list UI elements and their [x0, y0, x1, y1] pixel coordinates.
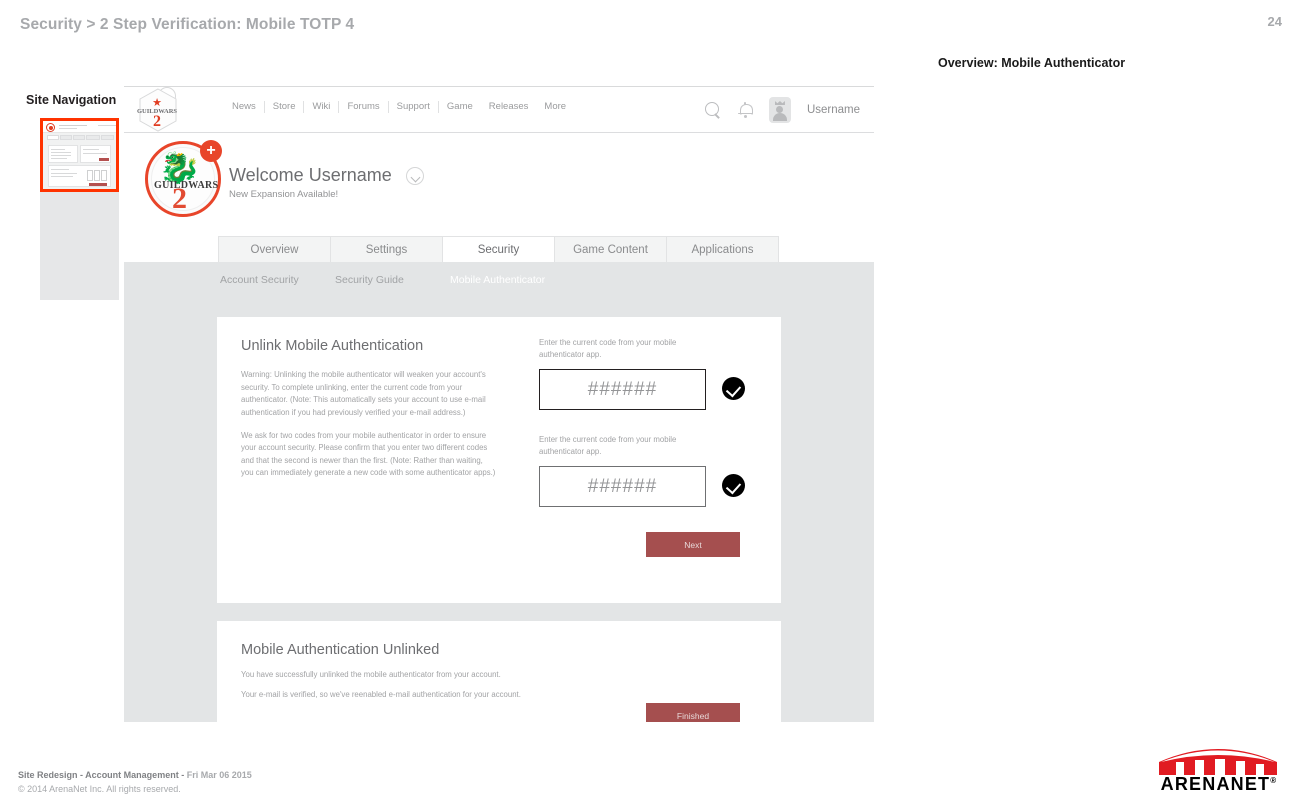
site-navigation-thumbnail[interactable]: [40, 118, 119, 192]
site-navigation-title: Site Navigation: [26, 93, 117, 107]
arenanet-arch-logo: [1159, 749, 1277, 775]
nav-link-forums[interactable]: Forums: [338, 101, 387, 113]
unlinked-email-line: Your e-mail is verified, so we've reenab…: [241, 690, 521, 699]
guild-wars-2-circle-logo[interactable]: 🐉 GUILDWARS 2 +: [145, 140, 222, 217]
mobile-authentication-unlinked-card: Mobile Authentication Unlinked You have …: [217, 621, 781, 722]
slide-page: Security > 2 Step Verification: Mobile T…: [0, 0, 1300, 812]
card-title-unlink: Unlink Mobile Authentication: [241, 338, 424, 354]
footer-date: Fri Mar 06 2015: [186, 770, 252, 780]
unlink-warning-paragraph: Warning: Unlinking the mobile authentica…: [241, 370, 486, 417]
topnav-links: News Store Wiki Forums Support Game Rele…: [224, 101, 574, 113]
subnav-item-mobile-authenticator[interactable]: Mobile Authenticator: [450, 274, 545, 286]
subnav-item-security-guide[interactable]: Security Guide: [335, 274, 450, 286]
nav-link-wiki[interactable]: Wiki: [303, 101, 338, 113]
search-icon[interactable]: [704, 101, 722, 119]
code-field-group-1: Enter the current code from your mobile …: [539, 337, 745, 411]
code-field-label-1: Enter the current code from your mobile …: [539, 338, 677, 360]
code-field-label-2: Enter the current code from your mobile …: [539, 435, 677, 457]
thumb-line: [59, 128, 77, 129]
tab-game-content[interactable]: Game Content: [554, 236, 667, 262]
svg-text:2: 2: [153, 113, 161, 130]
finished-button[interactable]: Finished: [646, 703, 740, 722]
welcome-block: 🐉 GUILDWARS 2 + Welcome Username New Exp…: [124, 133, 874, 245]
tab-settings[interactable]: Settings: [330, 236, 443, 262]
thumbnail-preview: [43, 121, 116, 189]
footer-project: Site Redesign - Account Management -: [18, 770, 187, 780]
expansion-plus-badge[interactable]: +: [200, 140, 222, 162]
site-topnav: GUILDWARS ★ 2 News Store Wiki Forums Sup…: [124, 87, 874, 133]
subnav-item-account-security[interactable]: Account Security: [220, 274, 335, 286]
slide-title: Security > 2 Step Verification: Mobile T…: [20, 16, 355, 33]
nav-link-game[interactable]: Game: [437, 101, 481, 113]
thumb-logo-icon: [46, 123, 55, 132]
security-subnav: Account Security Security Guide Mobile A…: [220, 274, 545, 286]
topnav-actions: Username: [704, 97, 862, 123]
thumb-card: [80, 145, 111, 163]
arenanet-logo: ARENANET®: [1155, 742, 1283, 798]
nav-link-more[interactable]: More: [536, 101, 574, 113]
svg-text:★: ★: [152, 97, 162, 109]
unlink-mobile-authentication-card: Unlink Mobile Authentication Warning: Un…: [217, 317, 781, 603]
thumb-line: [59, 125, 87, 126]
guild-wars-2-hex-logo[interactable]: GUILDWARS ★ 2: [136, 86, 180, 134]
card-body-unlink: Warning: Unlinking the mobile authentica…: [241, 369, 497, 480]
guild-wars-two-glyph: 2: [172, 182, 187, 215]
topnav-username[interactable]: Username: [807, 104, 862, 116]
unlink-two-codes-paragraph: We ask for two codes from your mobile au…: [241, 430, 496, 478]
nav-link-releases[interactable]: Releases: [481, 101, 537, 113]
thumb-card: [48, 145, 78, 163]
code-input-1[interactable]: ######: [539, 369, 706, 411]
footer-project-line: Site Redesign - Account Management - Fri…: [18, 770, 252, 780]
user-avatar-icon[interactable]: [768, 97, 791, 123]
welcome-subtitle: New Expansion Available!: [229, 189, 339, 200]
thumb-tabs: [47, 135, 114, 140]
browser-mock: GUILDWARS ★ 2 News Store Wiki Forums Sup…: [124, 86, 874, 722]
tab-overview[interactable]: Overview: [218, 236, 331, 262]
welcome-text-group: Welcome Username New Expansion Available…: [229, 165, 425, 200]
section-label: Overview: Mobile Authenticator: [938, 56, 1126, 70]
chevron-down-icon[interactable]: [406, 166, 425, 185]
code-field-group-2: Enter the current code from your mobile …: [539, 434, 745, 508]
thumb-card: [48, 165, 111, 187]
code-input-2[interactable]: ######: [539, 466, 706, 508]
unlinked-success-line: You have successfully unlinked the mobil…: [241, 670, 501, 679]
footer-copyright: © 2014 ArenaNet Inc. All rights reserved…: [18, 784, 181, 794]
check-circle-icon: [722, 474, 745, 497]
check-circle-icon: [722, 377, 745, 400]
tab-security[interactable]: Security: [442, 236, 555, 262]
tab-applications[interactable]: Applications: [666, 236, 779, 262]
next-button[interactable]: Next: [646, 532, 740, 557]
thumb-line: [98, 125, 116, 126]
notification-bell-icon[interactable]: [737, 101, 753, 119]
nav-link-news[interactable]: News: [224, 101, 264, 113]
welcome-title: Welcome Username: [229, 165, 392, 185]
nav-link-store[interactable]: Store: [263, 101, 304, 113]
slide-number: 24: [1267, 14, 1282, 29]
arenanet-wordmark: ARENANET®: [1160, 774, 1278, 794]
nav-link-support[interactable]: Support: [387, 101, 438, 113]
card-title-unlinked: Mobile Authentication Unlinked: [241, 642, 440, 658]
account-tabs: Overview Settings Security Game Content …: [218, 236, 779, 262]
